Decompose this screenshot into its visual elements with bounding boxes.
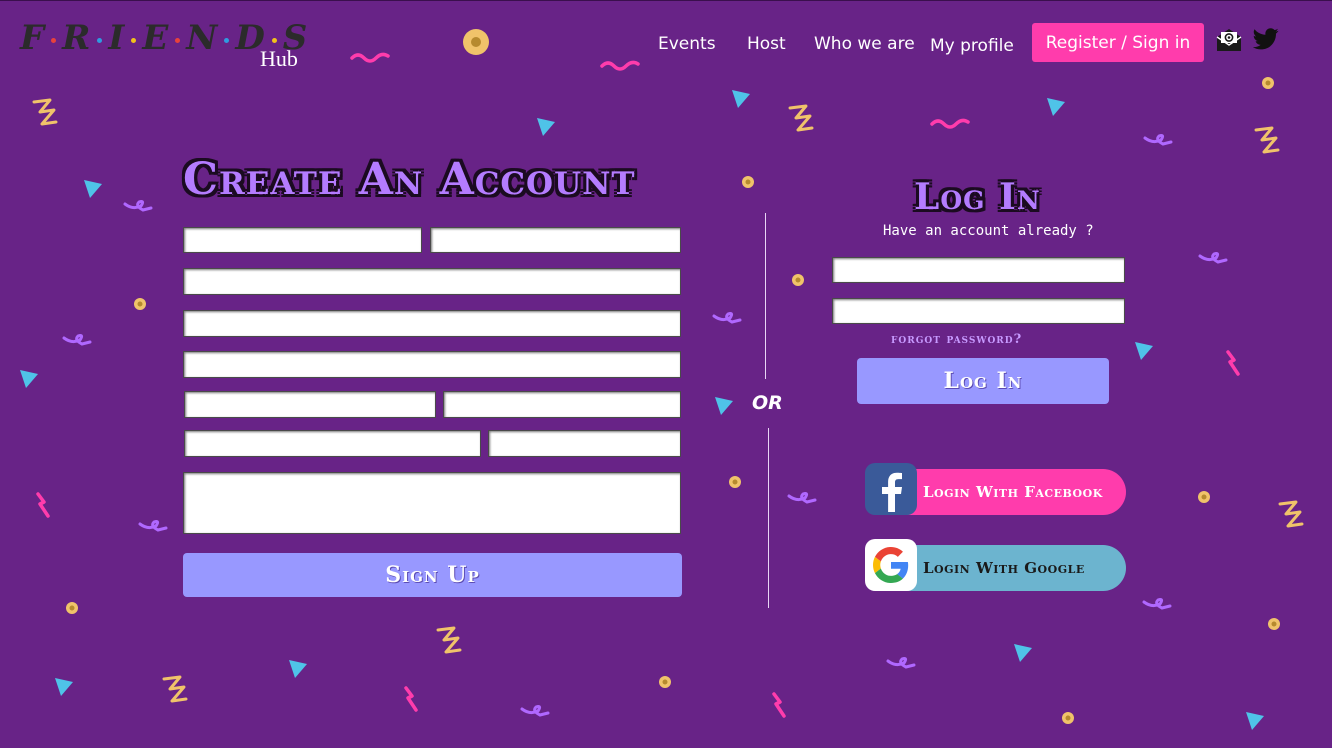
country-input[interactable] xyxy=(443,391,681,418)
last-name-input[interactable] xyxy=(430,227,681,253)
facebook-icon xyxy=(865,463,917,515)
birthdate-input[interactable] xyxy=(488,430,681,457)
twitter-icon[interactable] xyxy=(1252,28,1279,55)
email-input[interactable] xyxy=(183,268,681,295)
facebook-login-button[interactable]: Login With Facebook xyxy=(865,463,1126,515)
city-input[interactable] xyxy=(184,391,436,418)
login-button[interactable]: Log In xyxy=(857,358,1109,404)
signup-button[interactable]: Sign Up xyxy=(183,553,682,597)
google-login-button[interactable]: Login With Google xyxy=(865,539,1126,591)
login-password-input[interactable] xyxy=(832,298,1125,324)
nav-host[interactable]: Host xyxy=(747,34,786,54)
forgot-password-link[interactable]: forgot password? xyxy=(891,332,1022,347)
signup-title: Create An Account xyxy=(183,154,636,205)
or-label: OR xyxy=(752,392,783,414)
first-name-input[interactable] xyxy=(183,227,422,253)
bio-textarea[interactable] xyxy=(183,472,681,534)
nav-events[interactable]: Events xyxy=(658,34,716,54)
password-input[interactable] xyxy=(183,310,681,337)
register-signin-button[interactable]: Register / Sign in xyxy=(1032,23,1204,62)
nav-my-profile[interactable]: My profile xyxy=(930,36,1014,56)
divider-line-bottom xyxy=(768,428,769,608)
login-username-input[interactable] xyxy=(832,257,1125,283)
divider-line-top xyxy=(765,213,766,379)
facebook-login-label: Login With Facebook xyxy=(923,483,1103,501)
nav-who-we-are[interactable]: Who we are xyxy=(814,34,915,54)
mail-icon[interactable] xyxy=(1215,27,1243,58)
google-login-label: Login With Google xyxy=(923,559,1085,577)
login-subtitle: Have an account already ? xyxy=(883,223,1094,239)
phone-input[interactable] xyxy=(184,430,481,457)
login-title: Log In xyxy=(914,176,1041,218)
confirm-password-input[interactable] xyxy=(183,351,681,378)
google-icon xyxy=(865,539,917,591)
